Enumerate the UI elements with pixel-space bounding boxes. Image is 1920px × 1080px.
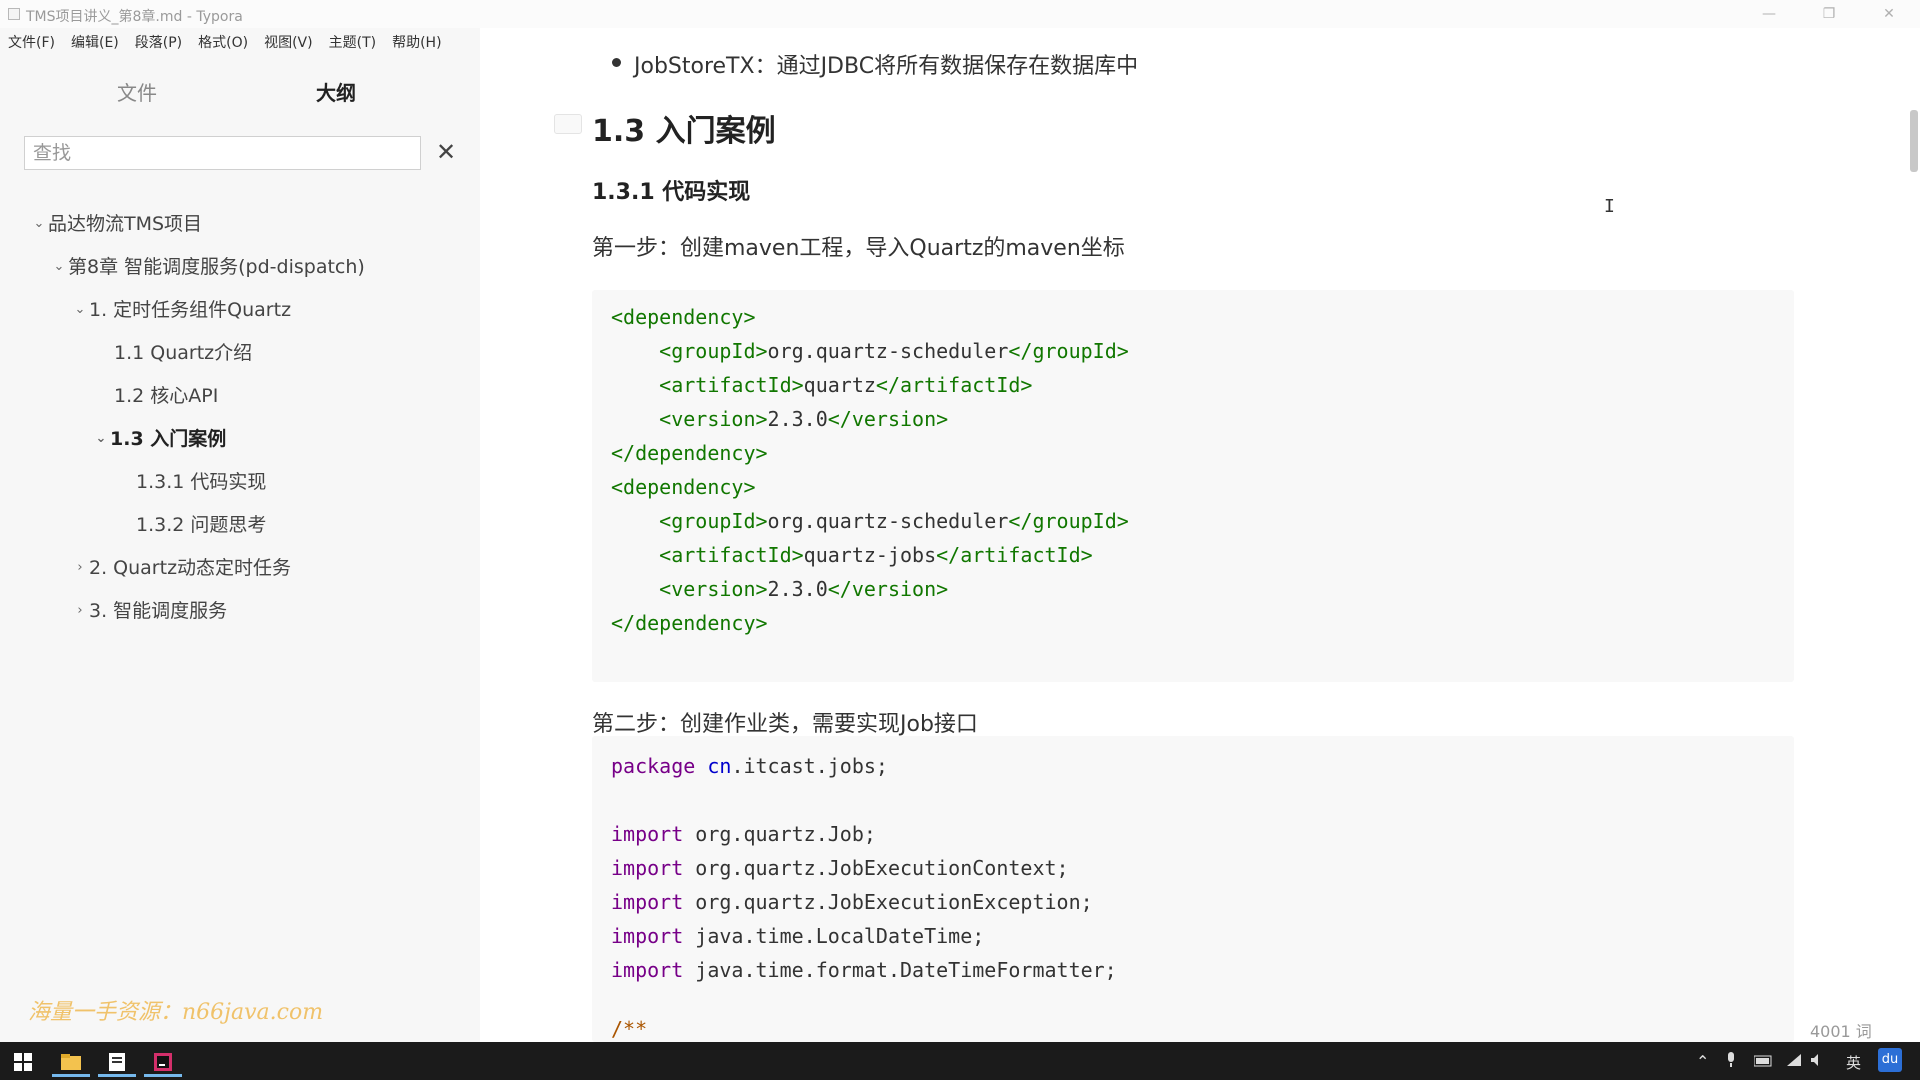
outline-item-label: 1.3.2 问题思考 [136,514,267,536]
word-count[interactable]: 4001 词 [1810,1018,1872,1042]
typora-app-icon [8,8,20,20]
code-line: <artifactId>quartz</artifactId> [659,373,1033,397]
code-line: <dependency> [611,475,756,499]
menu-edit[interactable]: 编辑(E) [71,32,119,52]
outline-search-input[interactable] [24,136,421,170]
code-line: import java.time.LocalDateTime; [611,924,985,948]
outline-item-label: 1.3 入门案例 [110,428,227,450]
step1-paragraph: 第一步：创建maven工程，导入Quartz的maven坐标 [592,236,1125,261]
close-window-button[interactable]: ✕ [1866,0,1912,28]
code-line: import org.quartz.Job; [611,822,876,846]
outline-item[interactable]: ⌄ 1. 定时任务组件Quartz [71,295,292,325]
menu-help[interactable]: 帮助(H) [392,32,441,52]
window-title: TMS项目讲义_第8章.md - Typora [26,9,243,25]
microphone-icon[interactable] [1726,1052,1736,1072]
sidebar-tabs: 文件 大纲 [0,76,480,140]
outline-item[interactable]: 1.2 核心API [96,381,218,411]
outline-item-label: 第8章 智能调度服务(pd-dispatch) [68,256,365,278]
code-line: </dependency> [611,441,768,465]
bullet-icon [612,58,621,67]
outline-item-label: 品达物流TMS项目 [48,213,203,235]
heading-h3: 1.3.1 代码实现 [592,180,751,205]
taskbar: ⌃ 英 du [0,1042,1920,1080]
menu-paragraph[interactable]: 段落(P) [135,32,182,52]
code-line: </dependency> [611,611,768,635]
code-line: /** [611,1017,648,1041]
editor-area[interactable]: JobStoreTX：通过JDBC将所有数据保存在数据库中 1.3 入门案例 1… [480,28,1920,1042]
code-line: import org.quartz.JobExecutionException; [611,890,1093,914]
typora-taskbar-icon[interactable] [94,1047,140,1077]
menu-file[interactable]: 文件(F) [8,32,55,52]
code-line: <version>2.3.0</version> [659,577,949,601]
code-line: package cn.itcast.jobs; [611,754,888,778]
heading-h2: 1.3 入门案例 [592,114,776,149]
code-line: <dependency> [611,305,756,329]
menu-bar: 文件(F) 编辑(E) 段落(P) 格式(O) 视图(V) 主题(T) 帮助(H… [0,28,480,56]
outline-item[interactable]: 1.3.1 代码实现 [118,467,266,497]
step2-paragraph: 第二步：创建作业类，需要实现Job接口 [592,712,978,737]
code-block-xml[interactable]: <dependency> <groupId>org.quartz-schedul… [592,290,1794,682]
tab-outline[interactable]: 大纲 [273,76,399,116]
outline-item-label: 1. 定时任务组件Quartz [89,299,292,321]
menu-theme[interactable]: 主题(T) [329,32,376,52]
heading-marker-icon [554,114,582,134]
intellij-idea-icon[interactable] [140,1047,186,1077]
outline-item-label: 2. Quartz动态定时任务 [89,557,292,579]
outline-item-active[interactable]: ⌄ 1.3 入门案例 [92,424,227,454]
maximize-button[interactable]: ❐ [1806,0,1852,28]
text-cursor-icon: I [1604,196,1615,217]
code-line: import org.quartz.JobExecutionContext; [611,856,1069,880]
code-line: <version>2.3.0</version> [659,407,949,431]
input-language-indicator[interactable]: 英 [1846,1052,1861,1073]
chevron-up-icon[interactable]: ⌃ [1696,1052,1709,1071]
network-icon[interactable] [1786,1052,1802,1071]
watermark-text: 海量一手资源：n66java.com [28,1000,324,1025]
menu-view[interactable]: 视图(V) [264,32,313,52]
outline-item-label: 1.3.1 代码实现 [136,471,267,493]
file-explorer-icon[interactable] [48,1047,94,1077]
code-line: import java.time.format.DateTimeFormatte… [611,958,1117,982]
chevron-down-icon[interactable]: ⌄ [30,209,48,239]
code-line: <groupId>org.quartz-scheduler</groupId> [659,509,1129,533]
chevron-down-icon[interactable]: ⌄ [71,295,89,325]
battery-icon[interactable] [1753,1052,1774,1071]
outline-item[interactable]: ⌄ 品达物流TMS项目 [30,209,203,239]
bullet-text: JobStoreTX：通过JDBC将所有数据保存在数据库中 [634,54,1139,79]
sidebar: 文件 大纲 ✕ ⌄ 品达物流TMS项目 ⌄ 第8章 智能调度服务(pd-disp… [0,56,480,1042]
outline-item-label: 1.1 Quartz介绍 [114,342,253,364]
baidu-input-icon[interactable]: du [1878,1048,1902,1072]
chevron-right-icon[interactable]: › [71,553,89,583]
code-line: <artifactId>quartz-jobs</artifactId> [659,543,1093,567]
code-line: <groupId>org.quartz-scheduler</groupId> [659,339,1129,363]
chevron-right-icon[interactable]: › [71,596,89,626]
minimize-button[interactable]: — [1746,0,1792,28]
outline-item[interactable]: 1.1 Quartz介绍 [96,338,252,368]
code-block-java[interactable]: package cn.itcast.jobs; import org.quart… [592,736,1794,1042]
tab-files[interactable]: 文件 [74,76,200,116]
outline-item-label: 3. 智能调度服务 [89,600,228,622]
scrollbar-thumb[interactable] [1910,110,1918,172]
chevron-down-icon[interactable]: ⌄ [92,424,110,454]
chevron-down-icon[interactable]: ⌄ [50,252,68,282]
outline-item[interactable]: › 3. 智能调度服务 [71,596,227,626]
title-bar: TMS项目讲义_第8章.md - Typora — ❐ ✕ [0,0,1920,28]
outline-item-label: 1.2 核心API [114,385,219,407]
menu-format[interactable]: 格式(O) [198,32,248,52]
outline-item[interactable]: › 2. Quartz动态定时任务 [71,553,291,583]
volume-icon[interactable] [1810,1052,1826,1071]
outline-item[interactable]: ⌄ 第8章 智能调度服务(pd-dispatch) [50,252,365,282]
windows-start-icon[interactable] [0,1047,46,1077]
outline-item[interactable]: 1.3.2 问题思考 [118,510,266,540]
close-icon[interactable]: ✕ [434,140,458,164]
